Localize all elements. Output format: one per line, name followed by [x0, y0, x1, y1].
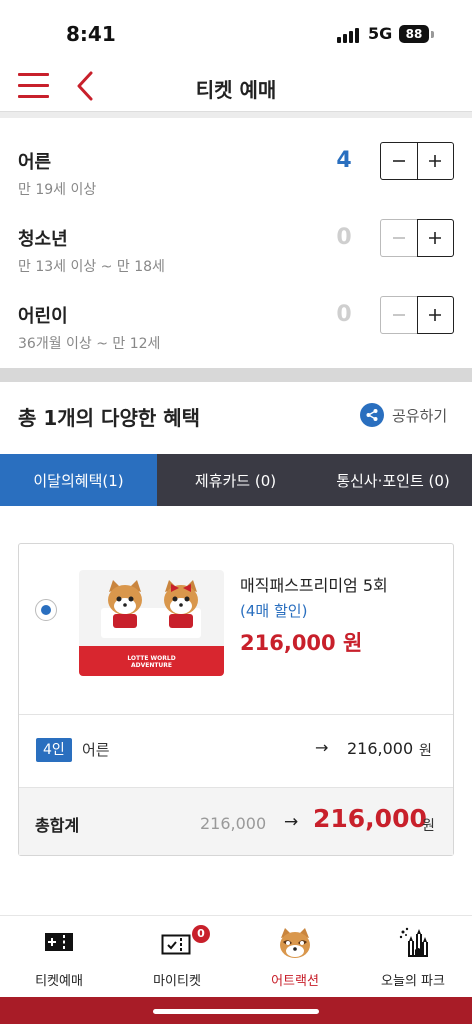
quantity-badge: 4인: [36, 738, 72, 762]
line-item-type: 어른: [82, 741, 110, 759]
product-price: 216,000 원: [240, 631, 363, 655]
lotty-mascot-icon: [277, 926, 313, 966]
header: 티켓 예매: [0, 62, 472, 112]
product-card: LOTTE WORLD ADVENTURE 매직패스프리미엄 5회 (4매 할인…: [18, 543, 454, 856]
arrow-right-icon: →: [315, 738, 329, 757]
ticket-plus-icon: [44, 930, 74, 958]
battery-icon: 88: [399, 25, 429, 43]
ticket-count: 4: [336, 148, 352, 173]
my-ticket-icon: [161, 930, 193, 960]
total-original-price: 216,000: [200, 814, 267, 833]
plus-icon: [429, 232, 442, 244]
tab-partner-card[interactable]: 제휴카드 (0): [157, 454, 314, 506]
network-type: 5G: [368, 24, 393, 43]
ticket-age-range: 36개월 이상 ~ 만 12세: [18, 336, 161, 352]
share-button[interactable]: 공유하기: [360, 403, 447, 427]
plus-icon: [429, 309, 442, 321]
nav-label: 오늘의 파크: [381, 974, 445, 989]
status-time: 8:41: [66, 22, 116, 46]
ticket-type-name: 어른: [18, 152, 52, 173]
section-divider: [0, 368, 472, 382]
line-item-amount: 216,000: [347, 739, 414, 758]
total-amount: 216,000: [313, 804, 427, 833]
ticket-booking-screen: 8:41 5G 88 티켓 예매 어른 만 19세 이상 4 청소년 만 13세…: [0, 0, 472, 1024]
ticket-type-name: 어린이: [18, 306, 68, 327]
banner-line-1: LOTTE WORLD: [127, 655, 176, 662]
nav-today-park[interactable]: 오늘의 파크: [354, 916, 472, 997]
battery-tip: [431, 31, 434, 38]
ticket-type-name: 청소년: [18, 229, 68, 250]
notification-badge: 0: [192, 925, 210, 943]
signal-icon: [337, 28, 359, 43]
total-label: 총합계: [35, 816, 80, 835]
minus-button[interactable]: [381, 143, 417, 179]
arrow-right-icon: →: [284, 812, 299, 832]
plus-icon: [429, 155, 442, 167]
product-discount: (4매 할인): [240, 602, 308, 620]
home-indicator[interactable]: [153, 1009, 319, 1014]
ticket-row-child: 어린이 36개월 이상 ~ 만 12세 0: [0, 296, 472, 372]
plus-button[interactable]: [416, 143, 454, 179]
nav-label: 마이티켓: [153, 974, 201, 989]
tab-monthly-benefit[interactable]: 이달의혜택(1): [0, 454, 157, 506]
product-radio[interactable]: [35, 599, 57, 621]
quantity-stepper: [380, 219, 454, 257]
minus-icon: [392, 237, 405, 239]
card-divider: [19, 714, 453, 715]
share-icon: [360, 403, 384, 427]
share-label: 공유하기: [392, 406, 448, 425]
lotte-world-banner: LOTTE WORLD ADVENTURE: [79, 646, 224, 676]
benefits-title: 총 1개의 다양한 혜택: [18, 406, 201, 430]
ticket-age-range: 만 19세 이상: [18, 182, 97, 198]
ticket-row-youth: 청소년 만 13세 이상 ~ 만 18세 0: [0, 219, 472, 295]
nav-attraction[interactable]: 어트랙션: [236, 916, 354, 997]
page-title: 티켓 예매: [195, 78, 277, 102]
total-row: 총합계 216,000 → 216,000 원: [19, 787, 453, 855]
park-castle-icon: [397, 926, 429, 962]
quantity-stepper: [380, 142, 454, 180]
lotty-mascot-illustration: [101, 580, 201, 638]
currency-unit: 원: [419, 743, 432, 759]
ticket-age-range: 만 13세 이상 ~ 만 18세: [18, 259, 165, 275]
plus-button[interactable]: [416, 296, 454, 334]
ticket-row-adult: 어른 만 19세 이상 4: [0, 142, 472, 218]
status-bar: 8:41 5G 88: [0, 0, 472, 62]
product-name: 매직패스프리미엄 5회: [240, 576, 388, 595]
ticket-count: 0: [336, 302, 352, 327]
nav-label: 티켓예매: [35, 974, 83, 989]
currency-unit: 원: [422, 818, 435, 834]
minus-icon: [392, 314, 405, 316]
minus-button[interactable]: [381, 220, 417, 256]
nav-my-ticket[interactable]: 0 마이티켓: [118, 916, 236, 997]
plus-button[interactable]: [416, 219, 454, 257]
nav-label: 어트랙션: [271, 974, 319, 989]
minus-button[interactable]: [381, 297, 417, 333]
minus-icon: [392, 160, 405, 162]
tab-telecom-point[interactable]: 통신사·포인트 (0): [314, 454, 472, 506]
header-divider: [0, 112, 472, 118]
bottom-nav: 티켓예매 0 마이티켓 어트랙션 오늘의 파크: [0, 915, 472, 997]
product-image: LOTTE WORLD ADVENTURE: [79, 570, 224, 676]
nav-ticket-booking[interactable]: 티켓예매: [0, 916, 118, 997]
ticket-count: 0: [336, 225, 352, 250]
banner-line-2: ADVENTURE: [130, 662, 173, 669]
benefit-tabs: 이달의혜택(1) 제휴카드 (0) 통신사·포인트 (0): [0, 454, 472, 506]
quantity-stepper: [380, 296, 454, 334]
